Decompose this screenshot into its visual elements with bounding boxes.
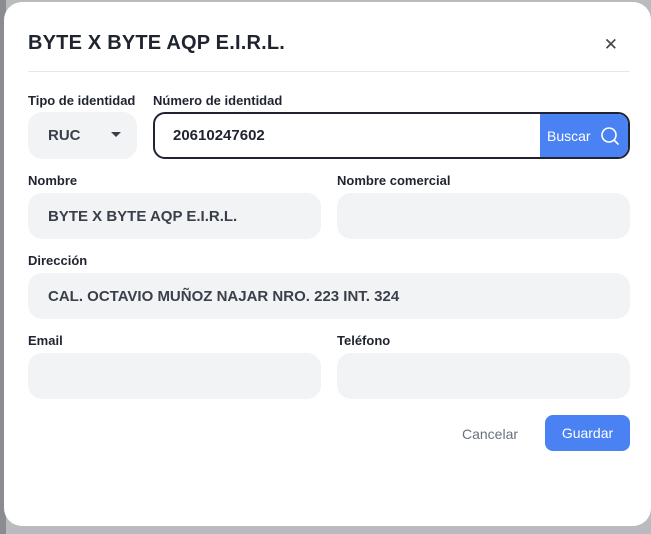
email-field[interactable]	[28, 353, 321, 399]
search-button[interactable]: Buscar	[540, 114, 628, 157]
cancel-button[interactable]: Cancelar	[462, 426, 518, 442]
nombre-comercial-field[interactable]	[337, 193, 630, 239]
dialog-title: BYTE X BYTE AQP E.I.R.L.	[28, 32, 286, 54]
telefono-field[interactable]	[337, 353, 630, 399]
client-dialog: BYTE X BYTE AQP E.I.R.L. ✕ Tipo de ident…	[4, 2, 651, 526]
telefono-label: Teléfono	[337, 333, 391, 348]
save-button[interactable]: Guardar	[545, 415, 630, 451]
numero-identidad-value: 20610247602	[173, 127, 265, 144]
search-icon	[601, 127, 619, 145]
numero-identidad-field[interactable]: 20610247602 Buscar	[153, 112, 630, 159]
direccion-value: CAL. OCTAVIO MUÑOZ NAJAR NRO. 223 INT. 3…	[48, 287, 400, 305]
dialog-header: BYTE X BYTE AQP E.I.R.L. ✕	[28, 32, 630, 72]
nombre-comercial-label: Nombre comercial	[337, 173, 451, 188]
tipo-identidad-label: Tipo de identidad	[28, 93, 136, 108]
nombre-field[interactable]: BYTE X BYTE AQP E.I.R.L.	[28, 193, 321, 239]
chevron-down-icon	[111, 132, 121, 137]
direccion-field[interactable]: CAL. OCTAVIO MUÑOZ NAJAR NRO. 223 INT. 3…	[28, 273, 630, 319]
close-icon[interactable]: ✕	[604, 36, 618, 53]
nombre-value: BYTE X BYTE AQP E.I.R.L.	[48, 207, 238, 225]
tipo-identidad-select[interactable]: RUC	[28, 112, 137, 159]
email-label: Email	[28, 333, 63, 348]
search-button-label: Buscar	[547, 127, 591, 144]
numero-identidad-label: Número de identidad	[153, 93, 283, 108]
nombre-label: Nombre	[28, 173, 78, 188]
direccion-label: Dirección	[28, 253, 88, 268]
tipo-identidad-value: RUC	[48, 127, 81, 144]
